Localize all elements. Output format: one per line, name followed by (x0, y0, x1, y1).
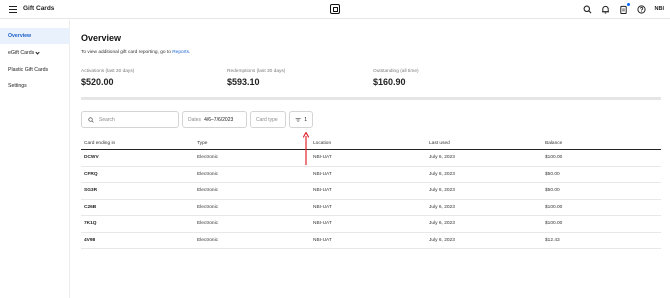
type-cell: Electronic (197, 237, 219, 243)
table-row[interactable]: 7K1Q Electronic NBI-UAT July 6, 2023 $10… (81, 216, 661, 233)
sidebar-item-egift-cards[interactable]: eGift Cards (0, 45, 70, 61)
sidebar-item-overview[interactable]: Overview (0, 28, 70, 44)
stat-outstanding: Outstanding (all time) $160.90 (373, 69, 419, 87)
dates-filter[interactable]: Dates 4/6–7/6/2023 (182, 111, 247, 128)
card-type-filter[interactable]: Card type (250, 111, 286, 128)
stat-value: $520.00 (81, 77, 114, 87)
search-input[interactable] (99, 116, 169, 123)
chevron-down-icon (35, 49, 40, 55)
stat-redemptions: Redemptions (last 30 days) $593.10 (227, 69, 285, 87)
card-ending-cell: CFRQ (84, 171, 98, 177)
location-cell: NBI-UAT (313, 204, 332, 210)
sidebar-item-label: Plastic Gift Cards (8, 67, 49, 73)
card-ending-cell: 4V98 (84, 237, 96, 243)
last-used-cell: July 6, 2023 (429, 204, 455, 210)
balance-cell: $100.00 (545, 221, 563, 227)
table-row[interactable]: C26B Electronic NBI-UAT July 6, 2023 $10… (81, 200, 661, 216)
reports-link[interactable]: Reports (172, 50, 189, 55)
balance-cell: $50.00 (545, 188, 560, 194)
location-cell: NBI-UAT (313, 171, 332, 177)
section-divider (81, 97, 661, 100)
column-header-balance[interactable]: Balance (545, 141, 661, 146)
sidebar-item-label: eGift Cards (8, 50, 35, 56)
last-used-cell: July 6, 2023 (429, 171, 455, 177)
stat-value: $160.90 (373, 77, 406, 87)
page-title: Overview (81, 33, 122, 43)
filter-count: 1 (304, 116, 307, 123)
sidebar-item-settings[interactable]: Settings (0, 78, 70, 94)
sidebar: Overview eGift Cards Plastic Gift Cards … (0, 20, 70, 298)
card-ending-cell: DCWV (84, 155, 99, 161)
table-header: Card ending in Type Location Last used B… (81, 137, 661, 150)
type-cell: Electronic (197, 188, 219, 194)
dates-filter-value: 4/6–7/6/2023 (204, 116, 234, 123)
column-header-card-ending[interactable]: Card ending in (81, 141, 197, 146)
sidebar-item-label: Overview (8, 33, 32, 39)
annotation-arrow-icon (303, 132, 309, 165)
search-field[interactable] (81, 111, 179, 128)
app-title: Gift Cards (23, 5, 55, 12)
location-cell: NBI-UAT (313, 155, 332, 161)
location-cell: NBI-UAT (313, 237, 332, 243)
column-header-type[interactable]: Type (197, 141, 313, 146)
filter-icon (295, 117, 301, 122)
table-row[interactable]: 4V98 Electronic NBI-UAT July 6, 2023 $12… (81, 233, 661, 249)
type-cell: Electronic (197, 155, 219, 161)
column-header-location[interactable]: Location (313, 141, 429, 146)
table-row[interactable]: SG3R Electronic NBI-UAT July 6, 2023 $50… (81, 183, 661, 200)
sidebar-item-label: Settings (8, 83, 27, 89)
sidebar-item-plastic-gift-cards[interactable]: Plastic Gift Cards (0, 62, 70, 78)
stat-label: Redemptions (last 30 days) (227, 69, 286, 74)
report-note: To view additional gift card reporting, … (81, 50, 190, 55)
last-used-cell: July 6, 2023 (429, 221, 455, 227)
type-cell: Electronic (197, 204, 219, 210)
location-cell: NBI-UAT (313, 221, 332, 227)
table-row[interactable]: DCWV Electronic NBI-UAT July 6, 2023 $10… (81, 150, 661, 167)
table-row[interactable]: CFRQ Electronic NBI-UAT July 6, 2023 $50… (81, 167, 661, 183)
card-ending-cell: 7K1Q (84, 221, 97, 227)
main-content: Overview To view additional gift card re… (81, 0, 661, 298)
hamburger-menu-icon[interactable] (9, 6, 17, 13)
card-ending-cell: SG3R (84, 188, 98, 194)
card-ending-cell: C26B (84, 204, 97, 210)
location-cell: NBI-UAT (313, 188, 332, 194)
balance-cell: $100.00 (545, 204, 563, 210)
balance-cell: $100.00 (545, 155, 563, 161)
type-cell: Electronic (197, 221, 219, 227)
type-cell: Electronic (197, 171, 219, 177)
last-used-cell: July 6, 2023 (429, 237, 455, 243)
stat-activations: Activations (last 30 days) $520.00 (81, 69, 134, 87)
last-used-cell: July 6, 2023 (429, 155, 455, 161)
stat-label: Outstanding (all time) (373, 69, 419, 74)
more-filters-button[interactable]: 1 (289, 111, 313, 128)
card-type-filter-label: Card type (256, 116, 278, 123)
balance-cell: $12.43 (545, 237, 560, 243)
last-used-cell: July 6, 2023 (429, 188, 455, 194)
column-header-last-used[interactable]: Last used (429, 141, 545, 146)
report-note-text: To view additional gift card reporting, … (81, 50, 171, 55)
stat-value: $593.10 (227, 77, 260, 87)
balance-cell: $50.00 (545, 171, 560, 177)
dates-filter-label: Dates (188, 116, 202, 123)
stat-label: Activations (last 30 days) (81, 69, 135, 74)
report-note-suffix: . (189, 50, 191, 55)
gift-cards-table: Card ending in Type Location Last used B… (81, 137, 661, 249)
search-icon (88, 116, 94, 123)
